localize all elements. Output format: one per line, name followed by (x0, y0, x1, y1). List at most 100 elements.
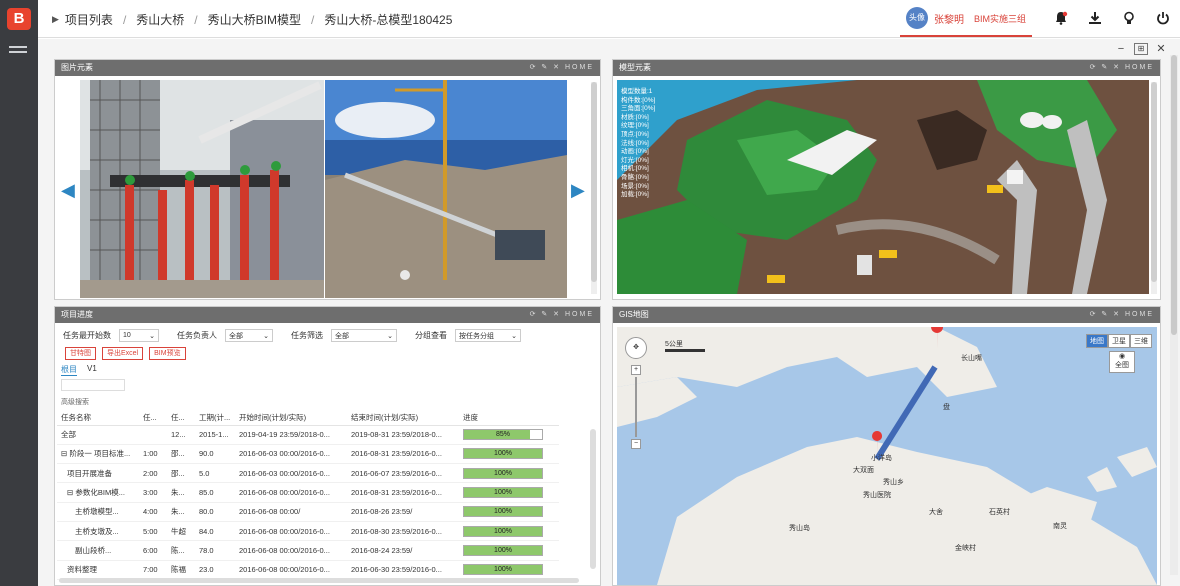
bim-3d-viewport[interactable] (617, 80, 1149, 294)
map-label: 长山嘴 (961, 355, 982, 362)
table-cell-s: 2016-06-08 00:00/ (235, 502, 347, 522)
table-row[interactable]: ⊟ 参数化BIM模... 3:00 朱... 85.0 2016-06-08 00:00… (57, 482, 559, 503)
user-name[interactable]: 张黎明 (934, 11, 964, 26)
table-row[interactable]: ⊟ 阶段一 项目标准... 1:00 邵... 90.0 2016-06-03 00:0… (57, 444, 559, 465)
column-header[interactable]: 任务名称 (57, 411, 139, 426)
panel-tools[interactable]: ⟳ ✎ ✕ HOME (1090, 60, 1154, 76)
table-cell-d: 80.0 (195, 502, 235, 522)
column-header[interactable]: 开始时间(计划/实际) (235, 411, 347, 426)
tab-v1[interactable]: V1 (87, 364, 97, 376)
column-header[interactable]: 任... (139, 411, 167, 426)
zoom-in-button[interactable]: + (631, 365, 641, 375)
power-icon[interactable] (1146, 11, 1180, 28)
search-input[interactable] (61, 379, 125, 391)
owner-select[interactable]: 全部 ⌄ (225, 329, 273, 342)
model-panel-scrollbar[interactable] (1151, 82, 1157, 294)
table-cell-b: 12... (167, 425, 195, 445)
table-cell-d: 78.0 (195, 540, 235, 561)
task-filters: 任务最开始数 10 ⌄ 任务负责人 全部 ⌄ 任务筛选 全部 ⌄ 分组查看 按任务分组… (63, 329, 521, 342)
download-icon[interactable] (1078, 11, 1112, 28)
table-row[interactable]: 资料整理 7:00 陈福 23.0 2016-06-08 00:00/2016-0...… (57, 560, 559, 580)
full-view-button[interactable]: ◉ 全图 (1109, 351, 1135, 373)
panel-tools[interactable]: ⟳ ✎ ✕ HOME (530, 60, 594, 76)
table-row[interactable]: 副山段桥... 6:00 陈... 78.0 2016-06-08 00:00/2016… (57, 540, 559, 561)
table-row[interactable]: 主桥支墩及... 5:00 牛超 84.0 2016-06-08 00:00/2016-… (57, 521, 559, 542)
progress-bar: 100% (463, 506, 543, 518)
table-cell-progress: 100% (459, 540, 559, 561)
table-cell-b: 陈... (167, 540, 195, 561)
table-cell-name: 项目开展准备 (57, 463, 139, 484)
breadcrumb-item-bridge[interactable]: 秀山大桥 (136, 11, 184, 28)
table-cell-progress: 85% (459, 425, 559, 445)
map-type-map[interactable]: 地图 (1086, 334, 1108, 348)
avatar[interactable]: 头像 (905, 7, 928, 29)
current-project[interactable]: BIM实施三组 (974, 12, 1026, 25)
progress-label: 100% (494, 527, 512, 535)
panel-header: 图片元素 ⟳ ✎ ✕ HOME (55, 60, 600, 76)
table-cell-e: 2016-08-26 23:59/ (347, 502, 459, 522)
table-cell-b: 牛超 (167, 521, 195, 542)
bell-icon[interactable] (1044, 11, 1078, 28)
table-row[interactable]: 主桥墩模型... 4:00 朱... 80.0 2016-06-08 00:00/201… (57, 502, 559, 522)
menu-toggle-icon[interactable] (9, 46, 27, 60)
map-label: 石英村 (989, 509, 1010, 516)
app-logo[interactable]: B (7, 8, 31, 30)
zoom-out-button[interactable]: − (631, 439, 641, 449)
zoom-slider[interactable] (635, 377, 637, 437)
advanced-search-link[interactable]: 高级搜索 (61, 397, 89, 407)
table-row[interactable]: 全部 12... 2015-1... 2019-04-19 23:59/2018-0.… (57, 425, 559, 445)
table-cell-s: 2016-06-08 00:00/2016-0... (235, 521, 347, 542)
group-select[interactable]: 按任务分组 ⌄ (455, 329, 521, 342)
breadcrumb-item-project-list[interactable]: 项目列表 (65, 11, 113, 28)
progress-bar: 100% (463, 448, 543, 460)
column-header[interactable]: 工期(计... (195, 411, 235, 426)
export-excel-button[interactable]: 导出Excel (102, 347, 144, 360)
progress-bar: 100% (463, 544, 543, 556)
panel-tools[interactable]: ⟳ ✎ ✕ HOME (1090, 307, 1154, 323)
close-icon[interactable]: ✕ (1154, 43, 1168, 55)
table-cell-name: 副山段桥... (57, 540, 139, 561)
bim-preview-button[interactable]: BIM预览 (149, 347, 186, 360)
breadcrumb-item-bim-model[interactable]: 秀山大桥BIM模型 (208, 11, 301, 28)
workspace-scrollbar[interactable] (1170, 55, 1178, 575)
next-arrow-icon[interactable]: ▶ (571, 180, 585, 201)
table-cell-e: 2016-08-30 23:59/2016-0... (347, 521, 459, 542)
user-menu[interactable]: 头像 张黎明 BIM实施三组 (899, 1, 1032, 37)
map-type-3d[interactable]: 三维 (1130, 334, 1152, 348)
start-count-label: 任务最开始数 (63, 331, 111, 340)
column-header[interactable]: 任... (167, 411, 195, 426)
group-label: 分组查看 (415, 331, 447, 340)
map-label: 大舍 (929, 509, 943, 516)
image-panel-scrollbar[interactable] (591, 82, 597, 294)
table-row[interactable]: 项目开展准备 2:00 邵... 5.0 2016-06-03 00:00/2016-0… (57, 463, 559, 484)
task-filter-select[interactable]: 全部 ⌄ (331, 329, 397, 342)
layout-icon[interactable]: ⊞ (1134, 43, 1148, 55)
map-pan-control[interactable]: ✥ (625, 337, 647, 359)
bulb-icon[interactable] (1112, 11, 1146, 28)
workspace-window-controls: − ⊞ ✕ (1114, 43, 1168, 55)
table-cell-a: 6:00 (139, 540, 167, 561)
breadcrumb-separator: / (194, 12, 198, 27)
gantt-button[interactable]: 甘特图 (65, 347, 96, 360)
table-cell-name: ⊟ 参数化BIM模... (57, 482, 139, 503)
grid-scrollbar[interactable] (590, 429, 596, 569)
task-grid: 任务名称 任... 任... 工期(计... 开始时间(计划/实际) 结束时间(… (57, 411, 559, 580)
table-cell-b: 陈福 (167, 560, 195, 580)
table-cell-s: 2019-04-19 23:59/2018-0... (235, 425, 347, 445)
tab-root[interactable]: 根目 (61, 364, 77, 376)
map-type-satellite[interactable]: 卫星 (1108, 334, 1130, 348)
panel-tools[interactable]: ⟳ ✎ ✕ HOME (530, 307, 594, 323)
column-header[interactable]: 进度 (459, 411, 559, 426)
grid-horizontal-scrollbar[interactable] (59, 578, 579, 583)
table-cell-b: 邵... (167, 463, 195, 484)
panel-header: 项目进度 ⟳ ✎ ✕ HOME (55, 307, 600, 323)
table-cell-a: 4:00 (139, 502, 167, 522)
start-count-select[interactable]: 10 ⌄ (119, 329, 159, 342)
grid-header-row: 任务名称 任... 任... 工期(计... 开始时间(计划/实际) 结束时间(… (57, 411, 559, 426)
column-header[interactable]: 结束时间(计划/实际) (347, 411, 459, 426)
locate-icon: ◉ (1118, 353, 1126, 360)
table-cell-d: 84.0 (195, 521, 235, 542)
gis-panel: GIS地图 ⟳ ✎ ✕ HOME ✥ + − 5公里 地图 卫星 三维 ◉ 全图… (612, 306, 1161, 586)
minimize-icon[interactable]: − (1114, 43, 1128, 55)
prev-arrow-icon[interactable]: ◀ (61, 180, 75, 201)
